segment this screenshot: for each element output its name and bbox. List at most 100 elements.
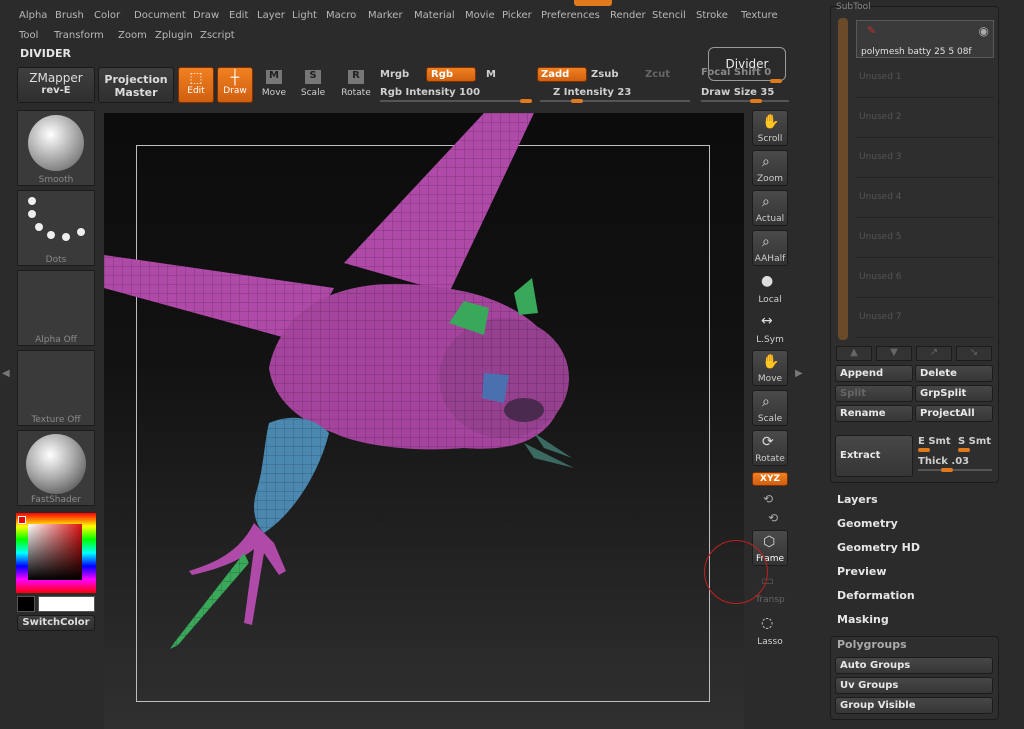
- menu-zoom[interactable]: Zoom: [118, 30, 147, 41]
- document-canvas[interactable]: [104, 113, 744, 729]
- rgb-intensity-track[interactable]: [380, 100, 530, 102]
- menu-layer[interactable]: Layer: [257, 10, 285, 21]
- s-smt-knob[interactable]: [958, 448, 970, 452]
- color-picker[interactable]: [16, 513, 96, 593]
- thick-track[interactable]: [918, 469, 992, 471]
- draw-size-track[interactable]: [701, 100, 789, 102]
- arrow-down-icon[interactable]: ▼: [876, 346, 912, 361]
- grpsplit-button[interactable]: GrpSplit: [915, 385, 993, 402]
- texture-tile[interactable]: Texture Off: [17, 350, 95, 426]
- edit-button[interactable]: ⬚ Edit: [178, 67, 214, 103]
- menu-brush[interactable]: Brush: [55, 10, 84, 21]
- stroke-dots-tile[interactable]: Dots: [17, 190, 95, 266]
- switch-color-button[interactable]: SwitchColor: [17, 615, 95, 631]
- focal-shift-knob[interactable]: [770, 79, 782, 83]
- menu-texture[interactable]: Texture: [741, 10, 778, 21]
- subtool-row[interactable]: Unused 2: [856, 106, 994, 138]
- menu-stroke[interactable]: Stroke: [696, 10, 728, 21]
- menu-preferences[interactable]: Preferences: [541, 10, 600, 21]
- rotate-y-icon[interactable]: ⟲: [763, 492, 773, 506]
- zadd-toggle[interactable]: Zadd: [537, 67, 587, 82]
- menu-tool[interactable]: Tool: [19, 30, 38, 41]
- append-button[interactable]: Append: [835, 365, 913, 382]
- masking-section[interactable]: Masking: [837, 613, 889, 626]
- rotate-button[interactable]: R Rotate: [338, 70, 374, 102]
- arrow-up-icon[interactable]: ▲: [836, 346, 872, 361]
- right-tray-arrow-icon[interactable]: ▶: [795, 368, 803, 379]
- subtool-row[interactable]: Unused 3: [856, 146, 994, 178]
- rgb-intensity-slider[interactable]: Rgb Intensity 100: [380, 87, 480, 98]
- primary-color-swatch[interactable]: [38, 596, 95, 612]
- subtool-row[interactable]: Unused 4: [856, 186, 994, 218]
- menu-draw[interactable]: Draw: [193, 10, 219, 21]
- group-visible-button[interactable]: Group Visible: [835, 697, 993, 714]
- subtool-row[interactable]: Unused 7: [856, 306, 994, 338]
- rgb-intensity-knob[interactable]: [520, 99, 532, 103]
- menu-stencil[interactable]: Stencil: [652, 10, 686, 21]
- move-view-button[interactable]: ✋ Move: [752, 350, 788, 386]
- secondary-color-swatch[interactable]: [17, 596, 35, 612]
- subtool-row[interactable]: Unused 5: [856, 226, 994, 258]
- left-tray-arrow-icon[interactable]: ◀: [2, 368, 10, 379]
- arrow-down-right-icon[interactable]: ↘: [956, 346, 992, 361]
- thick-slider[interactable]: Thick .03: [918, 456, 969, 467]
- scroll-button[interactable]: ✋ Scroll: [752, 110, 788, 146]
- draw-size-knob[interactable]: [750, 99, 762, 103]
- geometry-hd-section[interactable]: Geometry HD: [837, 541, 920, 554]
- mrgb-toggle[interactable]: Mrgb: [380, 69, 409, 80]
- menu-zscript[interactable]: Zscript: [200, 30, 235, 41]
- menu-color[interactable]: Color: [94, 10, 120, 21]
- xyz-toggle[interactable]: XYZ: [752, 472, 788, 486]
- material-fastshader-tile[interactable]: FastShader: [17, 430, 95, 506]
- projectall-button[interactable]: ProjectAll: [915, 405, 993, 422]
- aahalf-button[interactable]: ⌕ AAHalf: [752, 230, 788, 266]
- draw-button[interactable]: ┼ Draw: [217, 67, 253, 103]
- auto-groups-button[interactable]: Auto Groups: [835, 657, 993, 674]
- layers-section[interactable]: Layers: [837, 493, 878, 506]
- e-smt-knob[interactable]: [918, 448, 930, 452]
- focal-shift-slider[interactable]: Focal Shift 0: [701, 67, 771, 78]
- deformation-section[interactable]: Deformation: [837, 589, 915, 602]
- thick-knob[interactable]: [941, 468, 953, 472]
- menu-light[interactable]: Light: [292, 10, 317, 21]
- draw-size-slider[interactable]: Draw Size 35: [701, 87, 774, 98]
- uv-groups-button[interactable]: Uv Groups: [835, 677, 993, 694]
- m-toggle[interactable]: M: [486, 69, 496, 80]
- rename-button[interactable]: Rename: [835, 405, 913, 422]
- z-intensity-slider[interactable]: Z Intensity 23: [553, 87, 631, 98]
- alpha-tile[interactable]: Alpha Off: [17, 270, 95, 346]
- move-button[interactable]: M Move: [258, 70, 290, 102]
- z-intensity-track[interactable]: [540, 100, 690, 102]
- projection-master-button[interactable]: Projection Master: [98, 67, 174, 103]
- geometry-section[interactable]: Geometry: [837, 517, 898, 530]
- rotate-z-icon[interactable]: ⟲: [768, 511, 778, 525]
- menu-render[interactable]: Render: [610, 10, 646, 21]
- zcut-toggle[interactable]: Zcut: [645, 69, 670, 80]
- s-smt-slider[interactable]: S Smt: [958, 436, 991, 447]
- menu-movie[interactable]: Movie: [465, 10, 495, 21]
- subtool-active-item[interactable]: ✎ polymesh batty 25 5 08f ◉: [856, 20, 994, 58]
- menu-zplugin[interactable]: Zplugin: [155, 30, 193, 41]
- subtool-row[interactable]: Unused 1: [856, 66, 994, 98]
- scale-button[interactable]: S Scale: [297, 70, 329, 102]
- zsub-toggle[interactable]: Zsub: [591, 69, 618, 80]
- menu-macro[interactable]: Macro: [326, 10, 356, 21]
- local-button[interactable]: ● Local: [752, 270, 788, 306]
- arrow-up-right-icon[interactable]: ↗: [916, 346, 952, 361]
- e-smt-slider[interactable]: E Smt: [918, 436, 951, 447]
- scale-view-button[interactable]: ⌕ Scale: [752, 390, 788, 426]
- lsym-button[interactable]: ↔ L.Sym: [752, 310, 788, 346]
- polygroups-header[interactable]: Polygroups: [837, 638, 907, 651]
- menu-marker[interactable]: Marker: [368, 10, 403, 21]
- actual-button[interactable]: ⌕ Actual: [752, 190, 788, 226]
- eye-icon[interactable]: ◉: [979, 24, 989, 38]
- subtool-scrollbar[interactable]: [838, 18, 848, 340]
- zmapper-button[interactable]: ZMapper rev-E: [17, 67, 95, 103]
- menu-transform[interactable]: Transform: [54, 30, 104, 41]
- brush-smooth-tile[interactable]: Smooth: [17, 110, 95, 186]
- zoom-button[interactable]: ⌕ Zoom: [752, 150, 788, 186]
- menu-picker[interactable]: Picker: [502, 10, 532, 21]
- subtool-row[interactable]: Unused 6: [856, 266, 994, 298]
- split-button[interactable]: Split: [835, 385, 913, 402]
- preview-section[interactable]: Preview: [837, 565, 887, 578]
